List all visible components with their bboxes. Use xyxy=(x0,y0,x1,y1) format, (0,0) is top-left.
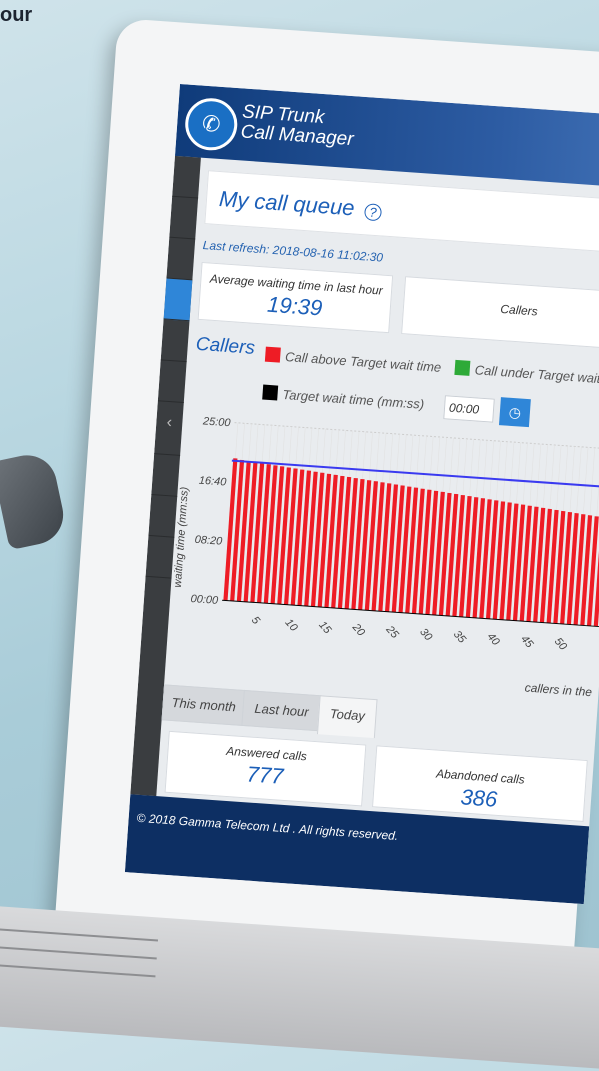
callers-label: Callers xyxy=(499,301,539,319)
brand-name: SIP Trunk Call Manager xyxy=(240,101,356,150)
phone-logo-icon[interactable]: ✆ xyxy=(183,96,240,153)
x-tick-label: 20 xyxy=(349,621,367,640)
y-tick-label: 16:40 xyxy=(198,475,227,489)
legend-target-swatch xyxy=(262,384,279,401)
sidebar-item[interactable] xyxy=(169,196,199,240)
legend-above-swatch xyxy=(264,346,281,363)
sidebar-item[interactable] xyxy=(145,535,175,579)
y-tick-label: 25:00 xyxy=(202,415,232,429)
x-tick-label: 15 xyxy=(316,619,334,637)
callers-card: Callers xyxy=(401,276,599,351)
tab-last-hour[interactable]: Last hour xyxy=(241,689,322,732)
page-title-text: My call queue xyxy=(218,186,356,221)
collapse-chevron-icon[interactable]: ‹ xyxy=(154,401,184,456)
laptop: ✆ SIP Trunk Call Manager ‹ My call queue… xyxy=(0,0,599,1071)
sidebar-item[interactable] xyxy=(157,360,187,404)
legend-target-label: Target wait time (mm:ss) xyxy=(282,386,425,412)
x-tick-label: 35 xyxy=(451,628,469,646)
legend-under: Call under Target wait time xyxy=(454,359,599,388)
clock-icon: ◷ xyxy=(508,403,522,421)
x-tick-label: 30 xyxy=(417,626,435,644)
answered-card: Answered calls 777 xyxy=(164,730,367,807)
tab-this-month[interactable]: This month xyxy=(161,684,246,726)
x-axis-label: callers in the xyxy=(524,681,593,700)
x-tick-label: 45 xyxy=(518,633,536,651)
legend-above: Call above Target wait time xyxy=(264,346,442,375)
app-screen: ✆ SIP Trunk Call Manager ‹ My call queue… xyxy=(124,84,599,905)
avg-wait-card: Average waiting time in last hour 19:39 xyxy=(197,261,394,334)
legend-above-label: Call above Target wait time xyxy=(284,349,442,375)
y-tick-label: 00:00 xyxy=(190,593,219,607)
legend-under-swatch xyxy=(454,359,471,376)
last-refresh: Last refresh: 2018-08-16 11:02:30 xyxy=(202,238,384,265)
x-tick-label: 50 xyxy=(552,636,570,654)
page-title: My call queue ? xyxy=(218,186,383,223)
y-tick-label: 08:20 xyxy=(194,534,223,548)
phone-handset-object xyxy=(0,449,69,551)
sidebar-item[interactable] xyxy=(172,155,201,199)
x-tick-label: 5 xyxy=(249,614,263,627)
target-wait-input[interactable]: 00:00 xyxy=(443,395,495,423)
x-tick-label: 40 xyxy=(485,631,503,649)
title-card: My call queue ? xyxy=(204,170,599,254)
legend-under-label: Call under Target wait time xyxy=(474,362,599,388)
x-tick-label: 25 xyxy=(383,623,401,642)
sidebar-item-active[interactable] xyxy=(163,278,193,322)
legend-target: Target wait time (mm:ss) xyxy=(262,384,425,412)
x-tick-label: 10 xyxy=(283,617,301,635)
main-content: My call queue ? Last refresh: 2018-08-16… xyxy=(156,158,599,827)
sidebar-item[interactable] xyxy=(166,237,196,281)
callers-chart: waiting time (mm:ss) 00:0008:2016:4025:0… xyxy=(172,415,599,700)
grid-line xyxy=(234,422,599,450)
help-icon[interactable]: ? xyxy=(363,203,383,222)
sidebar-item[interactable] xyxy=(151,454,181,497)
footer-text: © 2018 Gamma Telecom Ltd . All rights re… xyxy=(136,810,399,844)
sidebar-item[interactable] xyxy=(148,494,178,538)
clock-button[interactable]: ◷ xyxy=(498,397,531,428)
abandoned-card: Abandoned calls 386 xyxy=(372,745,588,822)
tab-today[interactable]: Today xyxy=(316,695,378,739)
sidebar-item[interactable] xyxy=(160,319,190,363)
callers-title: Callers xyxy=(195,333,256,359)
